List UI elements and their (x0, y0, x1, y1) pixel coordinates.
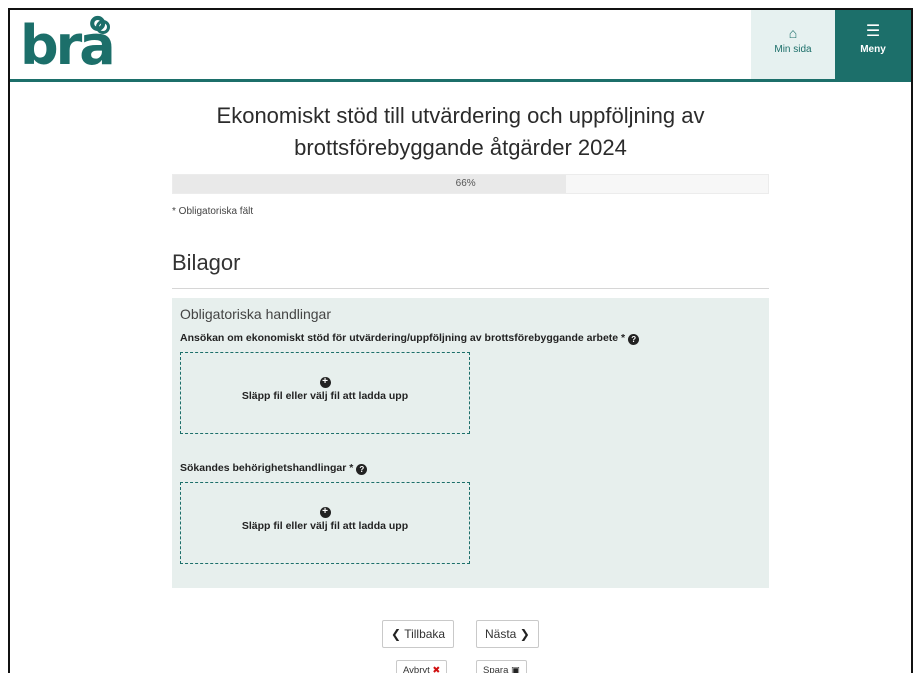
application-field-label-text: Ansökan om ekonomiskt stöd för utvärderi… (180, 332, 626, 344)
next-button[interactable]: Nästa ❯ (476, 620, 539, 648)
section-divider (172, 288, 769, 289)
back-button[interactable]: ❮ Tillbaka (382, 620, 455, 648)
cancel-button-label: Avbryt (403, 665, 430, 673)
chevron-right-icon: ❯ (519, 627, 530, 641)
site-header: brå ⌂ Min sida ☰ Meny (10, 10, 911, 82)
upload-icon: + (319, 507, 331, 518)
progress-bar: 66% (172, 174, 769, 194)
dropzone-text: Släpp fil eller välj fil att ladda upp (241, 520, 409, 532)
back-button-label: Tillbaka (404, 627, 446, 641)
hamburger-icon: ☰ (865, 23, 881, 40)
chevron-left-icon: ❮ (391, 627, 402, 641)
save-button[interactable]: Spara ▣ (476, 660, 527, 673)
home-icon: ⌂ (788, 25, 798, 41)
menu-label: Meny (860, 44, 886, 55)
help-icon[interactable]: ? (356, 464, 368, 475)
help-icon[interactable]: ? (628, 334, 640, 345)
next-button-label: Nästa (485, 627, 517, 641)
application-field-label: Ansökan om ekonomiskt stöd för utvärderi… (180, 332, 640, 345)
upload-icon: + (319, 377, 331, 388)
cancel-button[interactable]: Avbryt ✖ (396, 660, 448, 673)
authority-docs-field-label-text: Sökandes behörighetshandlingar * (180, 462, 354, 474)
dropzone-text: Släpp fil eller välj fil att ladda upp (241, 390, 409, 402)
progress-label: 66% (455, 178, 476, 189)
attachments-panel: Obligatoriska handlingar Ansökan om ekon… (172, 298, 769, 588)
save-icon: ▣ (511, 665, 520, 673)
page-title: Ekonomiskt stöd till utvärdering och upp… (10, 100, 911, 164)
panel-title: Obligatoriska handlingar (180, 306, 331, 322)
logo-ring-mark (96, 20, 110, 34)
section-title: Bilagor (172, 250, 241, 275)
min-sida-button[interactable]: ⌂ Min sida (751, 10, 835, 79)
authority-docs-field-label: Sökandes behörighetshandlingar *? (180, 462, 368, 475)
save-button-label: Spara (483, 665, 509, 673)
authority-docs-dropzone[interactable]: + Släpp fil eller välj fil att ladda upp (180, 482, 470, 564)
bra-logo[interactable]: brå (18, 14, 138, 77)
browser-viewport: brå ⌂ Min sida ☰ Meny Ekonomiskt stöd ti… (8, 8, 913, 673)
close-icon: ✖ (432, 665, 441, 673)
page-title-line-1: Ekonomiskt stöd till utvärdering och upp… (216, 103, 705, 128)
menu-button[interactable]: ☰ Meny (835, 10, 911, 79)
min-sida-label: Min sida (774, 44, 812, 55)
page-title-line-2: brottsförebyggande åtgärder 2024 (294, 135, 627, 160)
application-dropzone[interactable]: + Släpp fil eller välj fil att ladda upp (180, 352, 470, 434)
required-fields-note: * Obligatoriska fält (172, 206, 254, 217)
